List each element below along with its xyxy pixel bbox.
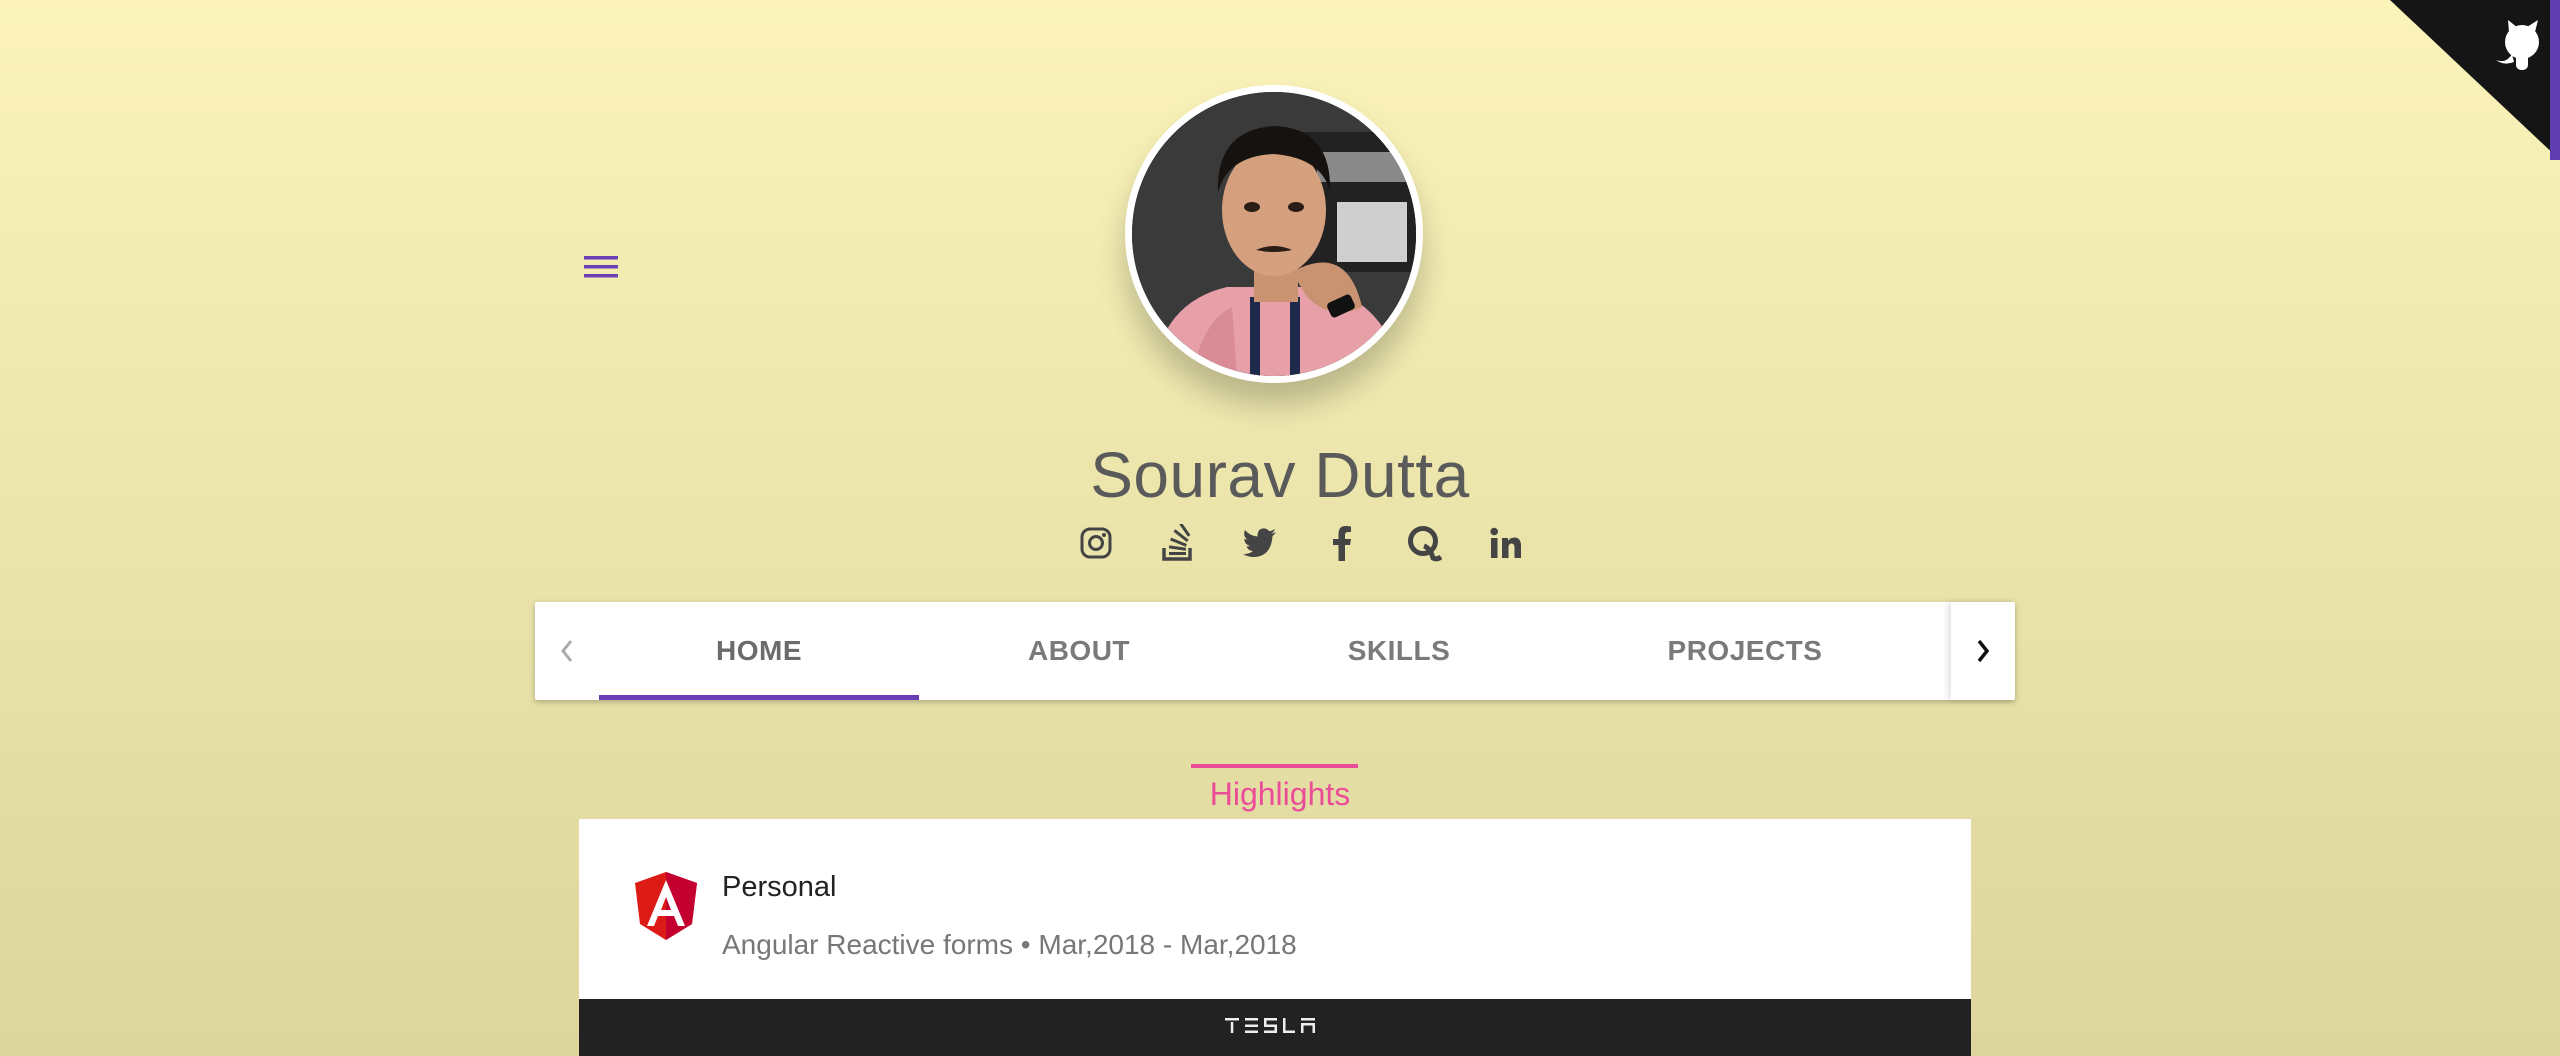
menu-button[interactable] [580, 250, 622, 284]
twitter-icon [1243, 528, 1276, 557]
highlights-divider [1191, 764, 1358, 768]
hamburger-menu-icon [584, 256, 618, 278]
twitter-link[interactable] [1219, 518, 1301, 568]
chevron-right-icon [1977, 639, 1990, 663]
quora-link[interactable] [1383, 518, 1465, 568]
highlights-title: Highlights [1209, 776, 1351, 812]
instagram-icon [1080, 527, 1112, 559]
linkedin-icon [1490, 527, 1521, 558]
tab-bar: HOME ABOUT SKILLS PROJECTS [535, 602, 2015, 700]
profile-photo [1132, 92, 1416, 376]
tesla-logo-icon [1225, 1015, 1325, 1040]
social-links [1055, 518, 1547, 568]
tab-home[interactable]: HOME [599, 602, 919, 700]
highlight-card[interactable]: Personal Angular Reactive forms • Mar,20… [579, 819, 1971, 999]
stackoverflow-icon [1162, 524, 1192, 561]
github-octocat-icon [2390, 0, 2560, 160]
angular-logo-icon [634, 871, 698, 941]
instagram-link[interactable] [1055, 518, 1137, 568]
github-corner-link[interactable] [2390, 0, 2560, 160]
active-tab-indicator [599, 695, 919, 700]
scroll-accent-bar [2550, 0, 2560, 160]
tab-skills[interactable]: SKILLS [1239, 602, 1559, 700]
tesla-card-header[interactable] [579, 999, 1971, 1056]
tab-scroll-right-button[interactable] [1951, 602, 2015, 700]
facebook-link[interactable] [1301, 518, 1383, 568]
tab-projects-label: PROJECTS [1667, 635, 1823, 666]
highlight-card-subtitle: Angular Reactive forms • Mar,2018 - Mar,… [722, 929, 1297, 960]
tab-about-label: ABOUT [1027, 635, 1131, 666]
profile-avatar [1125, 85, 1423, 383]
tab-about[interactable]: ABOUT [919, 602, 1239, 700]
facebook-icon [1333, 526, 1351, 561]
tab-home-label: HOME [716, 635, 802, 666]
chevron-left-icon [561, 640, 573, 662]
tab-projects[interactable]: PROJECTS [1559, 602, 1931, 700]
tab-scroll-left-button[interactable] [535, 602, 599, 700]
quora-icon [1408, 526, 1442, 562]
highlight-card-title: Personal [722, 871, 837, 903]
profile-name: Sourav Dutta [1090, 439, 1470, 511]
stackoverflow-link[interactable] [1137, 518, 1219, 568]
linkedin-link[interactable] [1465, 518, 1547, 568]
tab-skills-label: SKILLS [1347, 635, 1451, 666]
